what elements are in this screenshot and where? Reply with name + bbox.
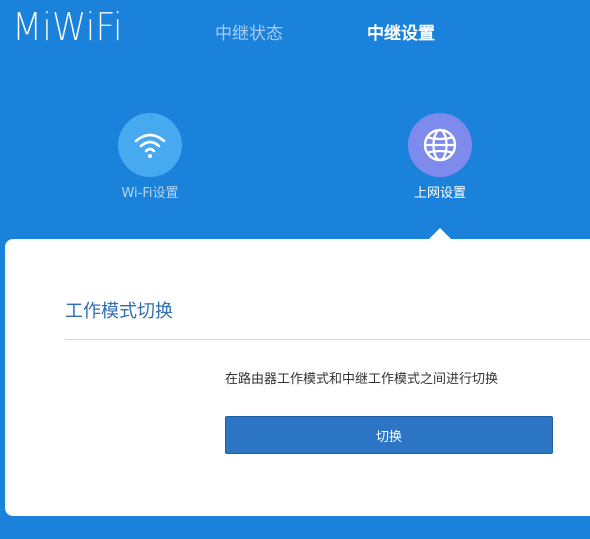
globe-icon-circle [408,113,472,177]
globe-icon [423,128,457,162]
wifi-icon [134,133,166,158]
mode-switch-panel: 工作模式切换 在路由器工作模式和中继工作模式之间进行切换 切换 [5,239,590,516]
network-settings-label: 上网设置 [413,186,466,201]
miwifi-logo: MiWiFi [12,5,123,49]
nav-tab-relay-status[interactable]: 中继状态 [215,20,283,48]
switch-mode-button[interactable]: 切换 [225,416,553,454]
panel-title: 工作模式切换 [65,301,173,322]
nav-tab-relay-settings[interactable]: 中继设置 [367,20,435,48]
wifi-settings-label: Wi-Fi设置 [121,186,179,201]
page: MiWiFi 中继状态 中继设置 Wi-Fi设置 上网设置 工作模式切换 在路由… [0,0,590,539]
panel-divider [65,339,590,340]
wifi-icon-circle [118,113,182,177]
mode-switch-description: 在路由器工作模式和中继工作模式之间进行切换 [225,372,499,387]
network-settings-tile[interactable]: 上网设置 [380,113,500,203]
wifi-settings-tile[interactable]: Wi-Fi设置 [90,113,210,203]
